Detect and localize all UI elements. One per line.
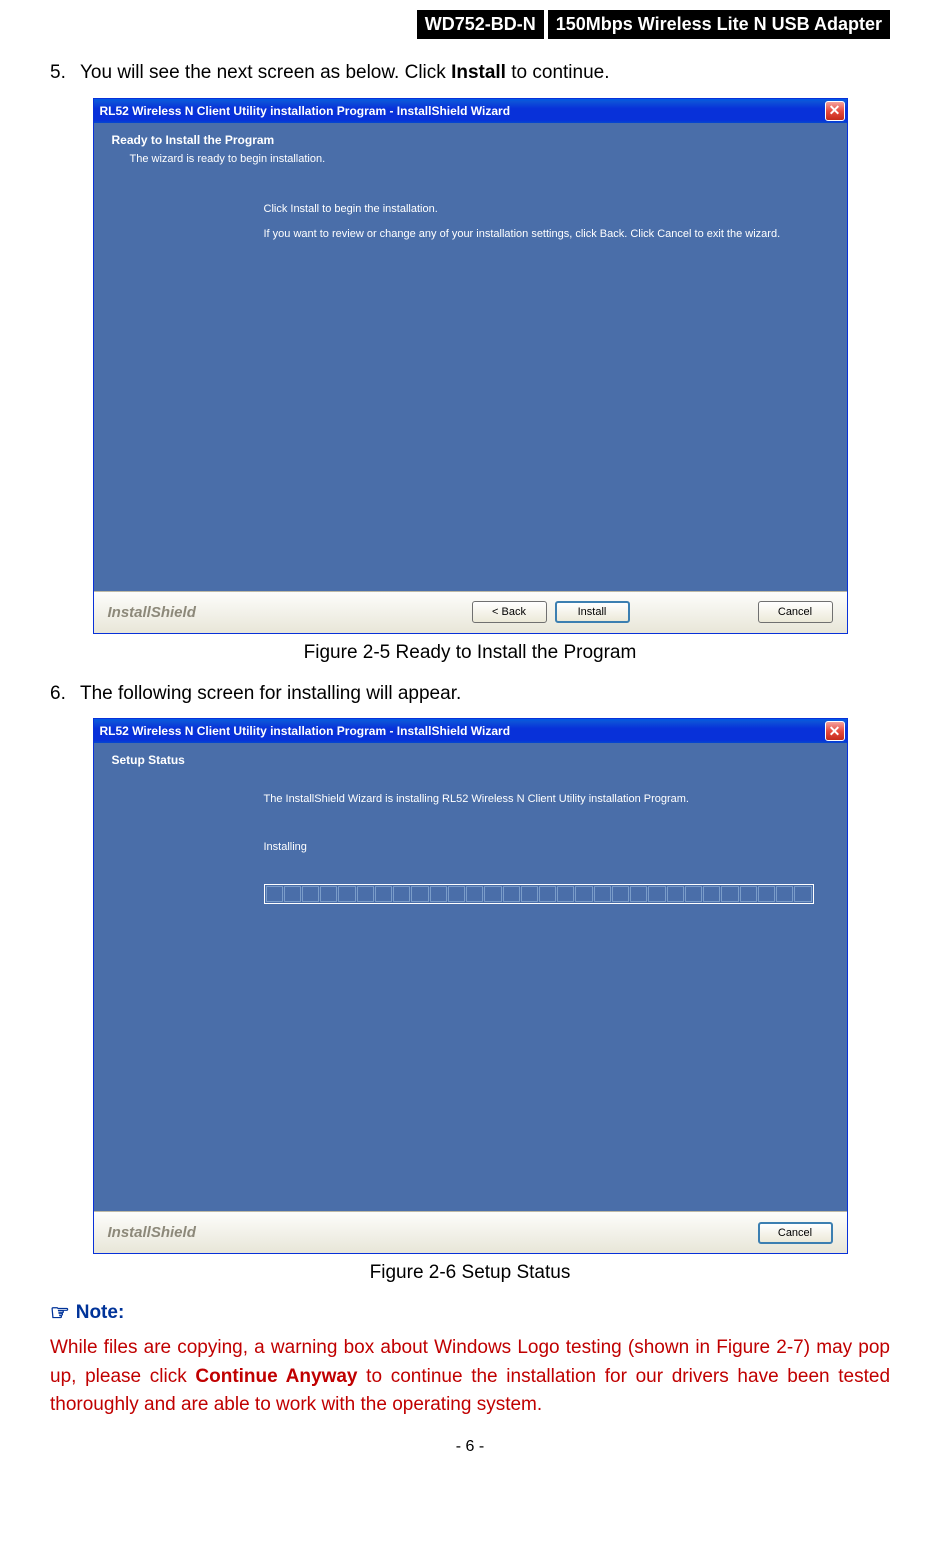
- back-button[interactable]: < Back: [472, 601, 547, 623]
- figure-caption-2: Figure 2-6 Setup Status: [50, 1262, 890, 1284]
- step-number: 5.: [50, 59, 80, 88]
- dialog-subtext: The wizard is ready to begin installatio…: [94, 153, 847, 183]
- header-model: WD752-BD-N: [417, 10, 544, 39]
- step-text: The following screen for installing will…: [80, 680, 890, 709]
- window-title: RL52 Wireless N Client Utility installat…: [100, 724, 825, 738]
- step-text: You will see the next screen as below. C…: [80, 59, 890, 88]
- close-icon[interactable]: ✕: [825, 101, 845, 121]
- step-number: 6.: [50, 680, 80, 709]
- step-5: 5. You will see the next screen as below…: [50, 59, 890, 88]
- titlebar[interactable]: RL52 Wireless N Client Utility installat…: [94, 99, 847, 123]
- dialog-line: Click Install to begin the installation.: [264, 201, 787, 219]
- dialog-line: If you want to review or change any of y…: [264, 226, 787, 244]
- titlebar[interactable]: RL52 Wireless N Client Utility installat…: [94, 719, 847, 743]
- close-icon[interactable]: ✕: [825, 721, 845, 741]
- note-heading: ☞ Note:: [50, 1300, 890, 1326]
- installshield-brand: InstallShield: [108, 1224, 196, 1241]
- dialog-heading: Ready to Install the Program: [94, 123, 847, 153]
- install-button[interactable]: Install: [555, 601, 630, 623]
- page-header: WD752-BD-N 150Mbps Wireless Lite N USB A…: [50, 0, 890, 49]
- install-dialog-ready: RL52 Wireless N Client Utility installat…: [93, 98, 848, 634]
- step-6: 6. The following screen for installing w…: [50, 680, 890, 709]
- installshield-brand: InstallShield: [108, 604, 196, 621]
- cancel-button[interactable]: Cancel: [758, 1222, 833, 1244]
- header-description: 150Mbps Wireless Lite N USB Adapter: [548, 10, 890, 39]
- dialog-line: The InstallShield Wizard is installing R…: [264, 791, 787, 809]
- progress-bar: [264, 884, 814, 904]
- figure-caption-1: Figure 2-5 Ready to Install the Program: [50, 642, 890, 664]
- cancel-button[interactable]: Cancel: [758, 601, 833, 623]
- page-number: - 6 -: [50, 1438, 890, 1456]
- dialog-footer: InstallShield < Back Install Cancel: [94, 591, 847, 633]
- note-body: While files are copying, a warning box a…: [50, 1334, 890, 1420]
- install-dialog-status: RL52 Wireless N Client Utility installat…: [93, 718, 848, 1254]
- dialog-status-text: Installing: [264, 839, 787, 857]
- window-title: RL52 Wireless N Client Utility installat…: [100, 104, 825, 118]
- dialog-footer: InstallShield Cancel: [94, 1211, 847, 1253]
- dialog-heading: Setup Status: [94, 743, 847, 773]
- pointing-hand-icon: ☞: [50, 1300, 70, 1326]
